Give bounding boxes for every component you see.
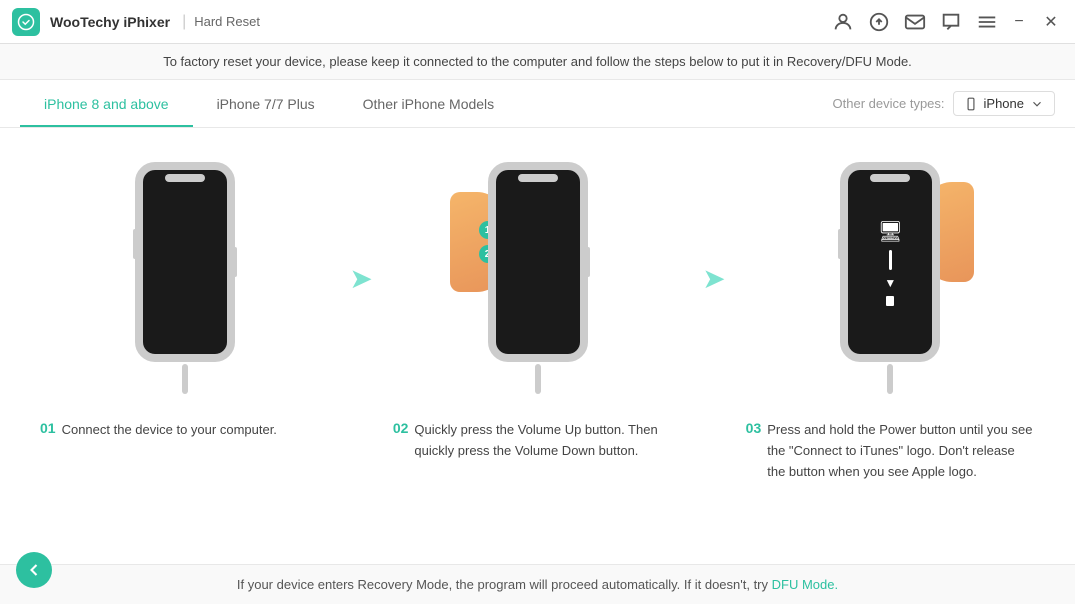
step3-desc: 03 Press and hold the Power button until… xyxy=(746,420,1035,482)
step1-desc: 01 Connect the device to your computer. xyxy=(40,420,329,441)
steps-container: 01 Connect the device to your computer. … xyxy=(40,148,1035,564)
step-3: 🖥 ▼ 03 Press and hold the Power button u… xyxy=(746,148,1035,482)
upgrade-icon[interactable] xyxy=(867,10,891,34)
step2-desc: 02 Quickly press the Volume Up button. T… xyxy=(393,420,682,462)
step-2: 1 2 02 Quickly press the Volume Up butto… xyxy=(393,148,682,462)
app-name: WooTechy iPhixer xyxy=(50,14,170,30)
chevron-down-icon xyxy=(1030,97,1044,111)
close-button[interactable]: ✕ xyxy=(1039,10,1063,34)
phone-icon xyxy=(964,97,978,111)
step3-num: 03 xyxy=(746,420,762,436)
step3-illustration: 🖥 ▼ xyxy=(840,148,940,408)
tab-bar: iPhone 8 and above iPhone 7/7 Plus Other… xyxy=(0,80,1075,128)
step2-phone xyxy=(488,162,588,362)
info-text: To factory reset your device, please kee… xyxy=(163,54,912,69)
arrow-2: ➤ xyxy=(702,148,725,408)
device-type-dropdown[interactable]: iPhone xyxy=(953,91,1055,116)
info-bar: To factory reset your device, please kee… xyxy=(0,44,1075,80)
menu-icon[interactable] xyxy=(975,10,999,34)
minimize-button[interactable]: − xyxy=(1007,10,1031,34)
window-title: Hard Reset xyxy=(194,14,260,29)
dfu-link[interactable]: DFU Mode. xyxy=(772,577,838,592)
app-logo xyxy=(12,8,40,36)
step3-text: Press and hold the Power button until yo… xyxy=(767,420,1035,482)
tab-iphone7[interactable]: iPhone 7/7 Plus xyxy=(193,80,339,127)
title-separator: | xyxy=(182,13,186,31)
bottombar-text: If your device enters Recovery Mode, the… xyxy=(20,577,1055,592)
step2-illustration: 1 2 xyxy=(488,148,588,408)
device-type-label: Other device types: xyxy=(833,96,945,111)
mail-icon[interactable] xyxy=(903,10,927,34)
chat-icon[interactable] xyxy=(939,10,963,34)
tab-iphone8[interactable]: iPhone 8 and above xyxy=(20,80,193,127)
tab-other-iphone[interactable]: Other iPhone Models xyxy=(339,80,519,127)
main-content: 01 Connect the device to your computer. … xyxy=(0,128,1075,564)
step1-text: Connect the device to your computer. xyxy=(62,420,277,441)
titlebar: WooTechy iPhixer | Hard Reset xyxy=(0,0,1075,44)
step-1: 01 Connect the device to your computer. xyxy=(40,148,329,441)
step2-num: 02 xyxy=(393,420,409,436)
back-button[interactable] xyxy=(16,552,52,588)
step1-illustration xyxy=(135,148,235,408)
step3-phone: 🖥 ▼ xyxy=(840,162,940,362)
step1-num: 01 xyxy=(40,420,56,436)
bottom-bar: If your device enters Recovery Mode, the… xyxy=(0,564,1075,604)
step1-phone xyxy=(135,162,235,362)
itunes-screen: 🖥 ▼ xyxy=(878,219,903,306)
user-icon[interactable] xyxy=(831,10,855,34)
device-type-selected: iPhone xyxy=(984,96,1024,111)
step2-text: Quickly press the Volume Up button. Then… xyxy=(414,420,682,462)
arrow-1: ➤ xyxy=(349,148,372,408)
